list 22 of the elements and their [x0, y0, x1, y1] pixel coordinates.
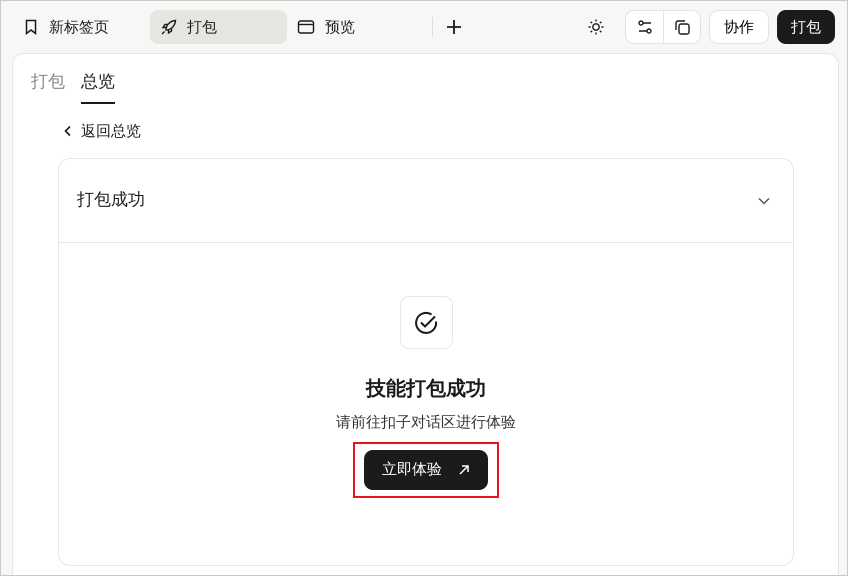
tab[interactable]: 总览 — [81, 66, 115, 104]
browser-window-icon — [297, 19, 315, 35]
bookmark-icon — [23, 19, 39, 35]
sun-icon — [587, 18, 605, 36]
try-now-button[interactable]: 立即体验 — [364, 450, 488, 490]
package-button[interactable]: 打包 — [777, 10, 835, 44]
success-heading: 技能打包成功 — [366, 375, 486, 402]
tab[interactable]: 打包 — [31, 66, 65, 104]
rocket-icon — [160, 18, 177, 36]
copy-icon — [674, 18, 690, 36]
collaborate-button[interactable]: 协作 — [709, 10, 769, 44]
plus-icon — [445, 18, 463, 36]
tab[interactable]: 新标签页 — [13, 10, 150, 44]
external-arrow-icon — [458, 464, 470, 476]
card-title: 打包成功 — [77, 188, 145, 212]
tab[interactable]: 预览 — [287, 10, 424, 44]
sliders-icon — [636, 19, 652, 35]
back-chevron-icon — [63, 124, 73, 137]
check-circle-icon — [413, 310, 439, 336]
back-link[interactable]: 返回总览 — [63, 120, 141, 142]
tab[interactable]: 打包 — [150, 10, 287, 44]
instruction-text: 请前往扣子对话区进行体验 — [336, 412, 516, 433]
